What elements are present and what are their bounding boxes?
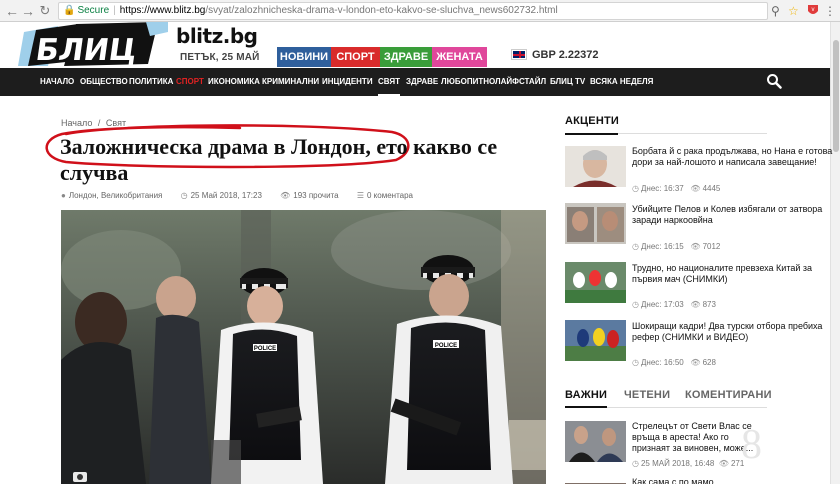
article-views: 👁 193 прочита [280,191,339,200]
forward-icon[interactable]: → [20,3,36,19]
clock-icon: ◷ [632,242,639,251]
clock-icon: ◷ [180,191,188,200]
nav-item-politics[interactable]: ПОЛИТИКА [129,68,173,96]
url-path: /svyat/zalozhnicheska-drama-v-london-eto… [205,5,558,16]
nav-item-blitz-tv[interactable]: БЛИЦ TV [550,68,585,96]
tab-read[interactable]: ЧЕТЕНИ [624,389,670,401]
location-pin-icon: ● [61,191,66,200]
svg-text:v: v [812,7,815,13]
nav-item-incidents[interactable]: ИНЦИДЕНТИ [322,68,373,96]
accent-meta-3: ◷ Днес: 17:03 👁 873 [632,300,716,309]
blitz-domain-logo[interactable]: blitz.bg [176,24,258,48]
back-icon[interactable]: ← [4,3,20,19]
blits-logo[interactable]: БЛИЦ [18,22,168,68]
lock-icon: 🔒 [63,5,76,16]
eye-icon: 👁 [690,184,701,193]
eye-icon: 👁 [690,242,701,251]
comment-icon: ☰ [356,191,364,200]
currency-rate: GBP 2.22372 [511,49,598,61]
accents-heading: АКЦЕНТИ [565,115,619,127]
extension-icon[interactable]: v [806,3,820,21]
nav-item-curious[interactable]: ЛЮБОПИТНО [441,68,495,96]
police-label: POLICE [254,346,276,352]
tab-commented[interactable]: КОМЕНТИРАНИ [685,389,772,401]
accent-thumb-4[interactable] [565,320,626,361]
eye-icon: 👁 [690,358,701,367]
tab-health[interactable]: ЗДРАВЕ [380,47,432,67]
url-host: https://www.blitz.bg [119,5,206,16]
police-label-2: POLICE [435,343,457,349]
clock-icon: ◷ [632,184,639,193]
tab-woman[interactable]: ЖЕНАТА [432,47,487,67]
important-thumb-1[interactable] [565,421,626,462]
tab-sport[interactable]: СПОРТ [331,47,380,67]
scrollbar-thumb[interactable] [833,40,839,152]
accent-thumb-2[interactable] [565,203,626,244]
main-navigation: НАЧАЛО ОБЩЕСТВО ПОЛИТИКА СПОРТ ИКОНОМИКА… [0,68,830,96]
accent-thumb-3[interactable] [565,262,626,303]
nav-item-every-sunday[interactable]: ВСЯКА НЕДЕЛЯ [590,68,653,96]
rank-number: 8 [741,422,762,468]
bookmark-star-icon[interactable]: ☆ [788,3,799,19]
nav-item-economy[interactable]: ИКОНОМИКА [208,68,260,96]
browser-toolbar: ← → ↻ 🔒 Secure | https://www.blitz.bg/svyat… [0,0,840,22]
article-title: Заложническа драма в Лондон, ето какво с… [60,134,498,185]
nav-item-society[interactable]: ОБЩЕСТВО [80,68,128,96]
accent-thumb-1[interactable] [565,146,626,187]
eye-icon: 👁 [280,191,291,200]
accent-meta-2: ◷ Днес: 16:15 👁 7012 [632,242,721,251]
nav-item-lifestyle[interactable]: ЛАЙФСТАЙЛ [495,68,546,96]
important-meta-1: ◷ 25 МАЙ 2018, 16:48 👁 271 [632,459,745,468]
nav-item-sport[interactable]: СПОРТ [176,68,204,96]
eye-icon: 👁 [690,300,701,309]
nav-item-home[interactable]: НАЧАЛО [40,68,74,96]
article-location: ● Лондон, Великобритания [61,191,163,200]
tab-important[interactable]: ВАЖНИ [565,389,607,401]
clock-icon: ◷ [632,358,639,367]
logo-text: БЛИЦ [34,33,140,66]
accent-title-2[interactable]: Убийците Пелов и Колев избягали от затво… [632,204,837,226]
important-thumb-2[interactable] [565,477,626,484]
eye-icon: 👁 [718,459,729,468]
nav-item-crime[interactable]: КРИМИНАЛНИ [262,68,319,96]
article-datetime: ◷ 25 Май 2018, 17:23 [180,191,262,200]
article-hero-image: POLICE POLICE [61,210,546,484]
nav-item-health[interactable]: ЗДРАВЕ [406,68,438,96]
accent-meta-4: ◷ Днес: 16:50 👁 628 [632,358,716,367]
important-title-2[interactable]: Как сама с по мамо... [632,477,837,484]
accent-title-1[interactable]: Борбата й с рака продължава, но Нана е г… [632,146,837,168]
tab-news[interactable]: НОВИНИ [277,47,331,67]
reload-icon[interactable]: ↻ [37,3,53,19]
menu-icon[interactable]: ⋮ [824,3,836,19]
clock-icon: ◷ [632,459,639,468]
uk-flag-icon [511,49,527,60]
page-scrollbar[interactable] [830,22,840,484]
accent-title-3[interactable]: Трудно, но националите превзеха Китай за… [632,263,837,285]
current-date: ПЕТЪК, 25 МАЙ [180,52,260,63]
article-meta: ● Лондон, Великобритания ◷ 25 Май 2018, 17… [61,191,429,200]
secure-label: Secure [77,5,110,16]
search-icon[interactable] [766,73,782,89]
article-comments[interactable]: ☰ 0 коментара [357,191,421,200]
address-bar[interactable]: 🔒 Secure | https://www.blitz.bg/svyat/zaloz… [58,2,768,20]
nav-item-world[interactable]: СВЯТ [378,68,400,96]
accent-title-4[interactable]: Шокиращи кадри! Два турски отбора пребих… [632,321,837,343]
accent-meta-1: ◷ Днес: 16:37 👁 4445 [632,184,721,193]
zoom-icon[interactable]: ⚲ [771,3,780,19]
clock-icon: ◷ [632,300,639,309]
site-header: БЛИЦ blitz.bg ПЕТЪК, 25 МАЙ НОВИНИ СПОРТ… [0,22,830,68]
